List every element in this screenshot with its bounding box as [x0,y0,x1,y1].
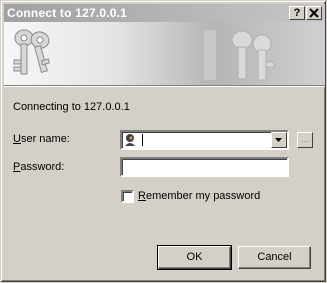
title-bar[interactable]: Connect to 127.0.0.1 ? [4,4,325,22]
close-icon [309,8,319,18]
window-title: Connect to 127.0.0.1 [7,6,128,20]
ok-button[interactable]: OK [157,245,232,270]
cancel-button[interactable]: Cancel [238,246,311,269]
username-dropdown-button[interactable] [271,132,287,148]
browse-button[interactable]: ... [297,132,313,148]
connecting-text: Connecting to 127.0.0.1 [13,101,130,113]
banner [4,22,325,85]
help-button[interactable]: ? [289,6,305,20]
remember-password-label[interactable]: Remember my password [138,190,260,202]
password-label: Password: [13,161,65,173]
connect-dialog: Connect to 127.0.0.1 ? Connecting to 127… [0,0,327,283]
username-label: User name: [13,133,70,145]
chevron-down-icon [275,138,282,142]
close-button[interactable] [306,6,322,20]
keys-icon [13,29,275,81]
password-field[interactable] [120,157,289,177]
remember-password-checkbox[interactable] [121,190,134,203]
username-combobox[interactable] [120,130,289,150]
text-cursor [142,134,143,146]
user-icon [125,134,135,146]
banner-divider [4,85,325,87]
